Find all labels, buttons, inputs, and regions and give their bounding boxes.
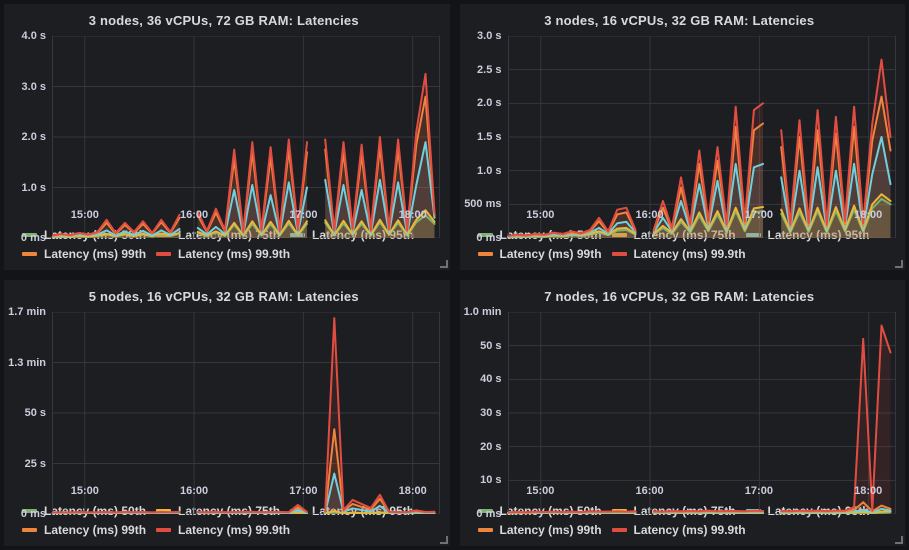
- legend-item[interactable]: Latency (ms) 99.9th: [156, 523, 290, 537]
- y-tick-label: 1.7 min: [8, 306, 46, 318]
- panel-title[interactable]: 7 nodes, 16 vCPUs, 32 GB RAM: Latencies: [464, 284, 896, 312]
- x-tick-label: 15:00: [71, 209, 99, 221]
- panel-resize-handle[interactable]: [895, 260, 903, 268]
- x-tick-label: 16:00: [180, 485, 208, 497]
- y-tick-label: 1.3 min: [8, 357, 46, 369]
- y-tick-label: 1.0 min: [464, 306, 502, 318]
- legend-item[interactable]: Latency (ms) 99.9th: [612, 247, 746, 261]
- y-tick-label: 0 ms: [476, 508, 501, 520]
- x-tick-label: 18:00: [854, 485, 882, 497]
- x-tick-label: 17:00: [745, 209, 773, 221]
- plot-area[interactable]: [52, 36, 440, 205]
- plot-area[interactable]: [52, 312, 440, 481]
- dashboard-grid: 3 nodes, 36 vCPUs, 72 GB RAM: Latencies …: [0, 0, 909, 550]
- x-tick-label: 15:00: [71, 485, 99, 497]
- y-tick-label: 0 ms: [21, 508, 46, 520]
- panel-3-nodes-36-vcpus: 3 nodes, 36 vCPUs, 72 GB RAM: Latencies …: [4, 4, 450, 270]
- panel-resize-handle[interactable]: [440, 536, 448, 544]
- x-tick-label: 15:00: [526, 209, 554, 221]
- y-tick-label: 20 s: [480, 441, 501, 453]
- legend-item[interactable]: Latency (ms) 99th: [22, 523, 156, 537]
- panel-title[interactable]: 3 nodes, 36 vCPUs, 72 GB RAM: Latencies: [8, 8, 440, 36]
- y-tick-label: 30 s: [480, 407, 501, 419]
- y-tick-label: 25 s: [25, 458, 46, 470]
- x-tick-label: 15:00: [526, 485, 554, 497]
- legend-label: Latency (ms) 99th: [500, 247, 602, 261]
- y-tick-label: 1.5 s: [477, 131, 501, 143]
- x-tick-label: 17:00: [289, 485, 317, 497]
- chart-body: 0 ms25 s50 s1.3 min1.7 min: [8, 312, 440, 481]
- legend-item[interactable]: Latency (ms) 99th: [478, 247, 612, 261]
- legend-swatch: [478, 252, 493, 256]
- x-tick-label: 18:00: [854, 209, 882, 221]
- y-tick-label: 3.0 s: [22, 81, 46, 93]
- y-axis: 0 ms1.0 s2.0 s3.0 s4.0 s: [8, 36, 52, 205]
- x-tick-label: 18:00: [399, 209, 427, 221]
- legend-label: Latency (ms) 99.9th: [634, 523, 746, 537]
- legend-label: Latency (ms) 99.9th: [634, 247, 746, 261]
- plot-area[interactable]: [508, 312, 896, 481]
- y-tick-label: 0 ms: [476, 232, 501, 244]
- y-tick-label: 1.0 s: [22, 182, 46, 194]
- panel-title[interactable]: 5 nodes, 16 vCPUs, 32 GB RAM: Latencies: [8, 284, 440, 312]
- x-axis: 15:00 16:00 17:00 18:00: [508, 205, 896, 225]
- x-tick-label: 17:00: [745, 485, 773, 497]
- x-axis: 15:00 16:00 17:00 18:00: [508, 481, 896, 501]
- y-tick-label: 10 s: [480, 474, 501, 486]
- panel-3-nodes-16-vcpus: 3 nodes, 16 vCPUs, 32 GB RAM: Latencies …: [460, 4, 906, 270]
- plot-area[interactable]: [508, 36, 896, 205]
- y-tick-label: 3.0 s: [477, 30, 501, 42]
- legend-label: Latency (ms) 99th: [500, 523, 602, 537]
- legend-item[interactable]: Latency (ms) 99.9th: [612, 523, 746, 537]
- legend-label: Latency (ms) 99.9th: [178, 523, 290, 537]
- y-tick-label: 2.5 s: [477, 64, 501, 76]
- panel-7-nodes-16-vcpus: 7 nodes, 16 vCPUs, 32 GB RAM: Latencies …: [460, 280, 906, 546]
- legend-label: Latency (ms) 99th: [44, 247, 146, 261]
- y-tick-label: 0 ms: [21, 232, 46, 244]
- x-tick-label: 18:00: [399, 485, 427, 497]
- legend-item[interactable]: Latency (ms) 99th: [478, 523, 612, 537]
- legend-swatch: [22, 528, 37, 532]
- y-axis: 0 ms500 ms1.0 s1.5 s2.0 s2.5 s3.0 s: [464, 36, 508, 205]
- x-tick-label: 16:00: [636, 209, 664, 221]
- legend-swatch: [156, 252, 171, 256]
- y-tick-label: 2.0 s: [477, 97, 501, 109]
- chart-body: 0 ms10 s20 s30 s40 s50 s1.0 min: [464, 312, 896, 481]
- y-tick-label: 50 s: [480, 340, 501, 352]
- panel-title[interactable]: 3 nodes, 16 vCPUs, 32 GB RAM: Latencies: [464, 8, 896, 36]
- y-axis: 0 ms25 s50 s1.3 min1.7 min: [8, 312, 52, 481]
- chart-body: 0 ms1.0 s2.0 s3.0 s4.0 s: [8, 36, 440, 205]
- x-axis: 15:00 16:00 17:00 18:00: [52, 205, 440, 225]
- legend-swatch: [612, 528, 627, 532]
- legend-swatch: [612, 252, 627, 256]
- x-tick-label: 16:00: [636, 485, 664, 497]
- y-axis: 0 ms10 s20 s30 s40 s50 s1.0 min: [464, 312, 508, 481]
- y-tick-label: 500 ms: [464, 198, 501, 210]
- y-tick-label: 1.0 s: [477, 165, 501, 177]
- y-tick-label: 2.0 s: [22, 131, 46, 143]
- legend-swatch: [22, 252, 37, 256]
- legend-item[interactable]: Latency (ms) 99.9th: [156, 247, 290, 261]
- x-tick-label: 16:00: [180, 209, 208, 221]
- x-tick-label: 17:00: [289, 209, 317, 221]
- legend-swatch: [478, 528, 493, 532]
- legend-label: Latency (ms) 99.9th: [178, 247, 290, 261]
- panel-5-nodes-16-vcpus: 5 nodes, 16 vCPUs, 32 GB RAM: Latencies …: [4, 280, 450, 546]
- panel-resize-handle[interactable]: [895, 536, 903, 544]
- legend-item[interactable]: Latency (ms) 99th: [22, 247, 156, 261]
- y-tick-label: 40 s: [480, 373, 501, 385]
- legend-swatch: [156, 528, 171, 532]
- x-axis: 15:00 16:00 17:00 18:00: [52, 481, 440, 501]
- y-tick-label: 4.0 s: [22, 30, 46, 42]
- legend-label: Latency (ms) 99th: [44, 523, 146, 537]
- chart-body: 0 ms500 ms1.0 s1.5 s2.0 s2.5 s3.0 s: [464, 36, 896, 205]
- panel-resize-handle[interactable]: [440, 260, 448, 268]
- y-tick-label: 50 s: [25, 407, 46, 419]
